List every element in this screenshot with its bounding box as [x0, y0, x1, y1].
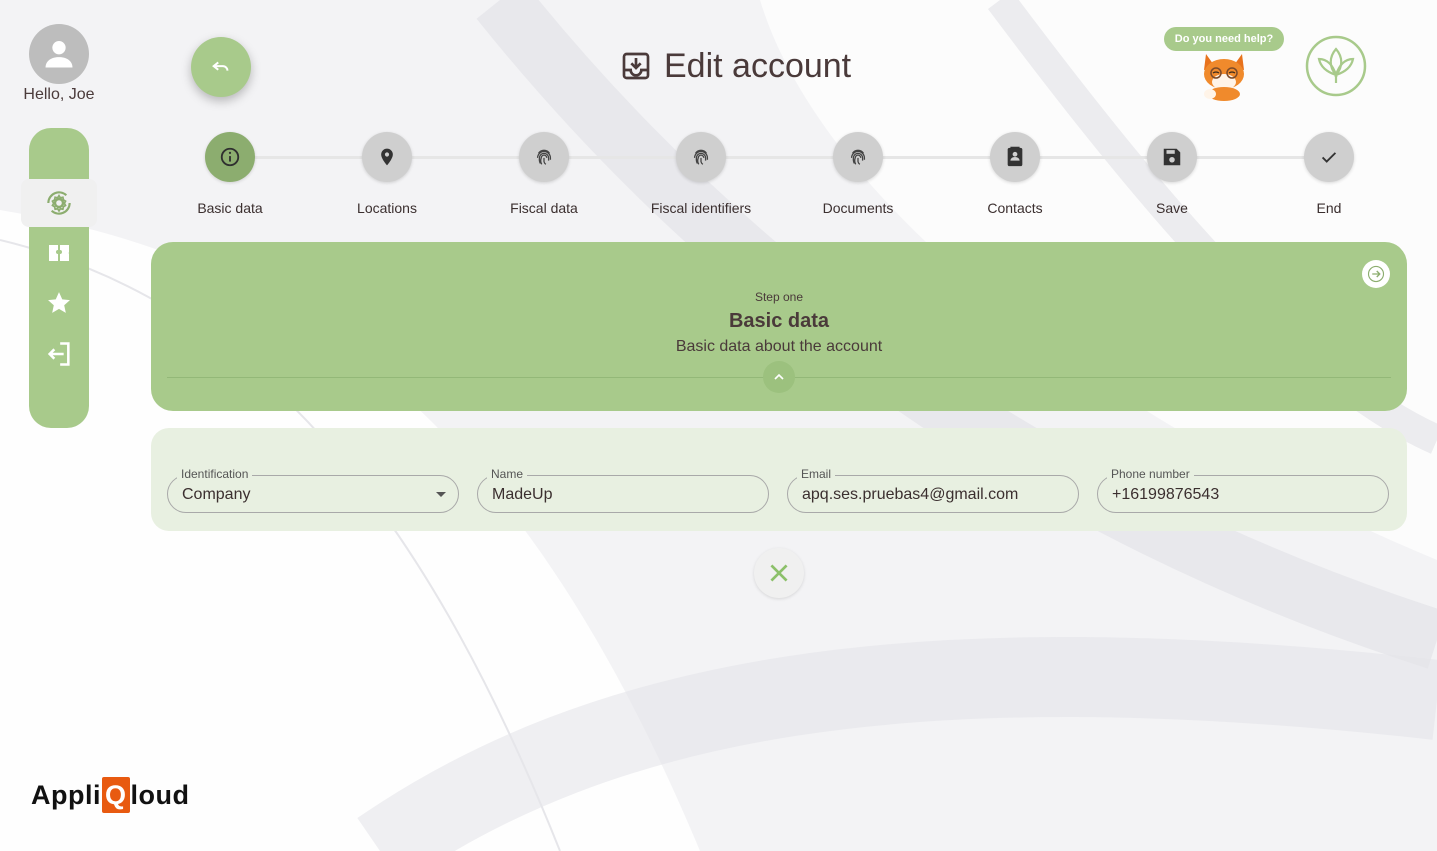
step-circle: [676, 132, 726, 182]
email-label: Email: [797, 467, 836, 481]
step-kicker: Step one: [754, 290, 804, 304]
collapse-button[interactable]: [763, 361, 795, 393]
step-circle: [833, 132, 883, 182]
step-circle: [519, 132, 569, 182]
sidebar: [21, 128, 97, 428]
page-title: Edit account: [620, 44, 851, 88]
step-label: Fiscal data: [510, 200, 578, 216]
check-icon: [1321, 152, 1337, 163]
step-label: End: [1316, 200, 1342, 216]
brand-logo: Appli Qloud: [31, 775, 190, 815]
inbox-download-icon: [622, 52, 650, 80]
phone-value: +16199876543: [1112, 486, 1220, 503]
identification-select[interactable]: Identification Company: [167, 467, 459, 513]
step-description: Basic data about the account: [675, 338, 883, 355]
email-value: apq.ses.pruebas4@gmail.com: [802, 486, 1019, 503]
brand-text-start: Appli: [31, 779, 101, 810]
chevron-down-icon: [436, 492, 446, 497]
sidebar-item-logout[interactable]: [29, 333, 89, 375]
step-heading: Basic data: [728, 310, 830, 332]
brand-text-end: loud: [130, 779, 190, 810]
step-label: Fiscal identifiers: [650, 200, 752, 216]
step-fiscal-identifiers[interactable]: Fiscal identifiers: [631, 132, 771, 216]
user-avatar[interactable]: [29, 24, 89, 84]
cancel-button[interactable]: [754, 548, 804, 598]
save-icon: [1163, 148, 1181, 166]
step-circle: [990, 132, 1040, 182]
brand-q: Q: [102, 777, 130, 813]
next-step-button[interactable]: [1362, 260, 1390, 288]
step-label: Documents: [822, 200, 894, 216]
ticket-icon: [49, 245, 69, 261]
step-end[interactable]: End: [1259, 132, 1399, 216]
phone-label: Phone number: [1107, 467, 1194, 481]
step-save[interactable]: Save: [1102, 132, 1242, 216]
page-title-text: Edit account: [664, 46, 852, 85]
identification-label: Identification: [177, 467, 253, 481]
fingerprint-icon: [850, 149, 866, 165]
step-circle: [1147, 132, 1197, 182]
name-label: Name: [487, 467, 528, 481]
location-pin-icon: [381, 148, 393, 166]
chevron-up-icon: [774, 373, 784, 380]
arrow-right-icon: [1367, 265, 1385, 283]
step-fiscal-data[interactable]: Fiscal data: [474, 132, 614, 216]
fox-mascot-icon[interactable]: [1196, 46, 1252, 102]
back-button[interactable]: [191, 37, 251, 97]
step-label: Contacts: [987, 200, 1043, 216]
step-locations[interactable]: Locations: [317, 132, 457, 216]
close-icon: [770, 564, 788, 582]
background-decoration: [0, 0, 1437, 851]
step-circle: [1304, 132, 1354, 182]
user-greeting: Hello, Joe: [23, 86, 95, 103]
name-value: MadeUp: [492, 486, 553, 503]
contact-card-icon: [1007, 146, 1023, 167]
phone-field[interactable]: Phone number +16199876543: [1097, 467, 1389, 513]
email-field[interactable]: Email apq.ses.pruebas4@gmail.com: [787, 467, 1079, 513]
step-circle: [205, 132, 255, 182]
fingerprint-icon: [536, 149, 552, 165]
star-icon: [48, 292, 70, 313]
step-label: Basic data: [197, 200, 263, 216]
sidebar-item-favorites[interactable]: [29, 282, 89, 324]
person-icon: [45, 41, 73, 68]
account-form: Identification Company Name MadeUp Email…: [151, 428, 1407, 531]
identification-value: Company: [182, 486, 251, 503]
step-documents[interactable]: Documents: [788, 132, 928, 216]
step-contacts[interactable]: Contacts: [945, 132, 1085, 216]
step-label: Locations: [357, 200, 417, 216]
sidebar-item-tickets[interactable]: [29, 232, 89, 274]
step-panel: Step one Basic data Basic data about the…: [151, 242, 1407, 411]
undo-icon: [212, 61, 229, 71]
step-circle: [362, 132, 412, 182]
logout-icon: [47, 342, 70, 366]
step-basic-data[interactable]: Basic data: [160, 132, 300, 216]
plant-logo-icon[interactable]: [1305, 35, 1367, 97]
info-icon: [220, 147, 240, 167]
settings-sync-icon: [47, 191, 71, 215]
step-label: Save: [1156, 200, 1188, 216]
name-field[interactable]: Name MadeUp: [477, 467, 769, 513]
sidebar-item-account-settings[interactable]: [21, 179, 97, 227]
fingerprint-icon: [693, 149, 709, 165]
